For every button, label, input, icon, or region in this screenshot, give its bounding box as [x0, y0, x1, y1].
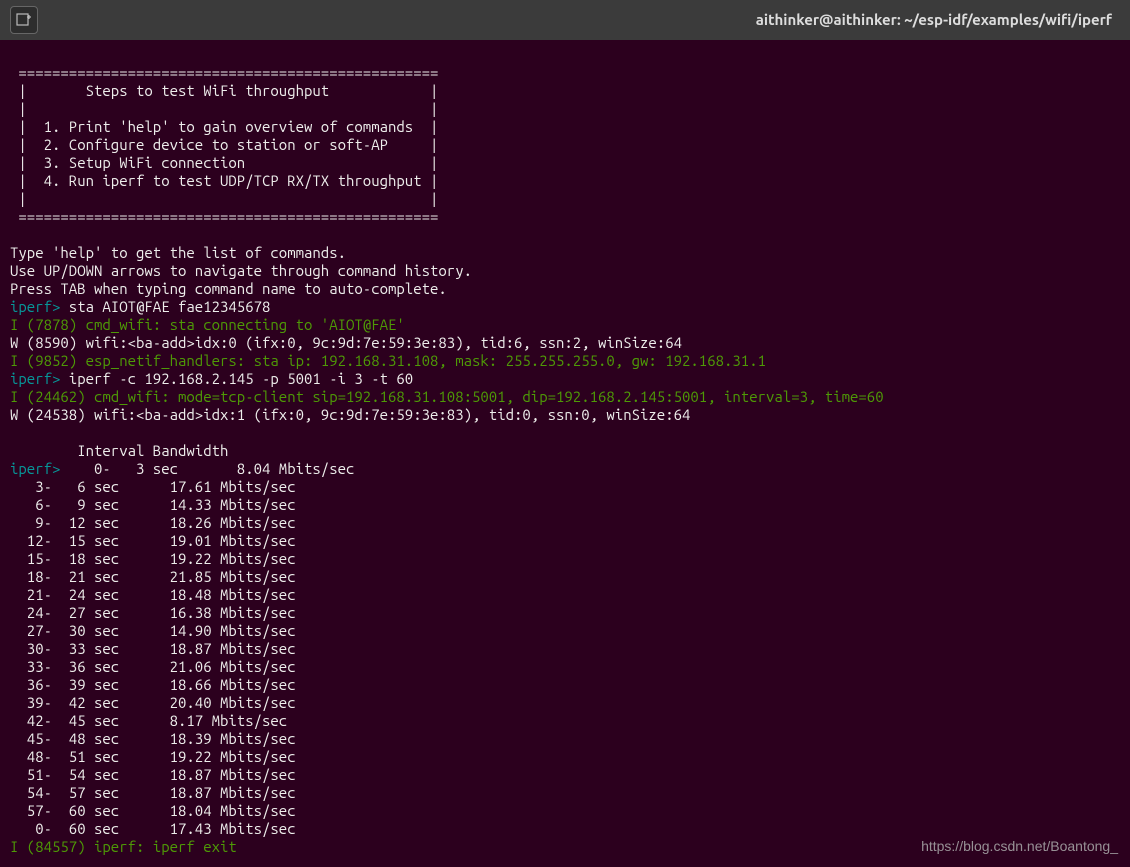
new-tab-icon[interactable]: [10, 6, 38, 34]
iperf-header: Interval Bandwidth: [10, 442, 228, 459]
window-title: aithinker@aithinker: ~/esp-idf/examples/…: [48, 11, 1120, 29]
iperf-prompt: iperf>: [10, 370, 60, 387]
cmd-iperf: iperf -c 192.168.2.145 -p 5001 -i 3 -t 6…: [60, 370, 413, 387]
banner-step-1: | 1. Print 'help' to gain overview of co…: [10, 118, 438, 135]
banner-step-3: | 3. Setup WiFi connection |: [10, 154, 438, 171]
banner-border-bottom: ========================================…: [10, 208, 438, 225]
help-line-3: Press TAB when typing command name to au…: [10, 280, 447, 297]
log-ba-add-0: W (8590) wifi:<ba-add>idx:0 (ifx:0, 9c:9…: [10, 334, 682, 351]
iperf-result-first: 0- 3 sec 8.04 Mbits/sec: [60, 460, 354, 477]
iperf-prompt: iperf>: [10, 460, 60, 477]
banner-blank: | |: [10, 100, 438, 117]
log-cmd-wifi-mode: I (24462) cmd_wifi: mode=tcp-client sip=…: [10, 388, 884, 405]
banner-border-top: ========================================…: [10, 64, 438, 81]
terminal-output[interactable]: ========================================…: [0, 40, 1130, 867]
help-line-1: Type 'help' to get the list of commands.: [10, 244, 346, 261]
cmd-sta: sta AIOT@FAE fae12345678: [60, 298, 270, 315]
iperf-prompt: iperf>: [10, 298, 60, 315]
banner-title: | Steps to test WiFi throughput |: [10, 82, 438, 99]
banner-step-4: | 4. Run iperf to test UDP/TCP RX/TX thr…: [10, 172, 438, 189]
watermark-text: https://blog.csdn.net/Boantong_: [921, 837, 1118, 855]
banner-step-2: | 2. Configure device to station or soft…: [10, 136, 438, 153]
log-sta-connecting: I (7878) cmd_wifi: sta connecting to 'AI…: [10, 316, 405, 333]
window-titlebar: aithinker@aithinker: ~/esp-idf/examples/…: [0, 0, 1130, 40]
log-netif: I (9852) esp_netif_handlers: sta ip: 192…: [10, 352, 766, 369]
log-ba-add-1: W (24538) wifi:<ba-add>idx:1 (ifx:0, 9c:…: [10, 406, 690, 423]
banner-blank: | |: [10, 190, 438, 207]
log-iperf-exit: I (84557) iperf: iperf exit: [10, 838, 237, 855]
iperf-results-block: 3- 6 sec 17.61 Mbits/sec 6- 9 sec 14.33 …: [10, 478, 296, 837]
help-line-2: Use UP/DOWN arrows to navigate through c…: [10, 262, 472, 279]
